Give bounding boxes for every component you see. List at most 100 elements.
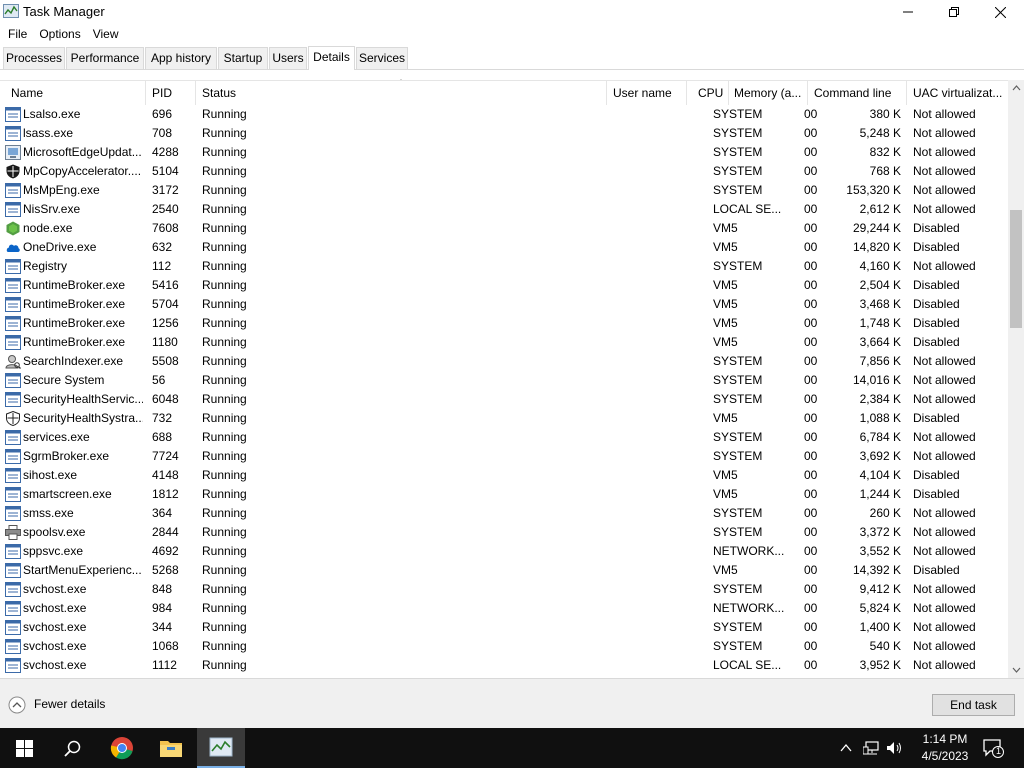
column-memory[interactable]: Memory (a... xyxy=(730,81,806,105)
menu-options[interactable]: Options xyxy=(33,26,86,42)
process-uac: Disabled xyxy=(913,468,960,482)
end-task-button[interactable]: End task xyxy=(932,694,1015,716)
start-button[interactable] xyxy=(0,728,48,768)
table-row[interactable]: StartMenuExperienc... 5268 Running VM5 00 14,… xyxy=(0,561,1008,580)
vertical-scrollbar[interactable] xyxy=(1008,80,1024,678)
process-status: Running xyxy=(202,145,247,159)
system-clock[interactable]: 1:14 PM 4/5/2023 xyxy=(915,731,975,765)
process-memory: 2,384 K xyxy=(859,392,901,406)
table-row[interactable]: sppsvc.exe 4692 Running NETWORK... 00 3,552 K… xyxy=(0,542,1008,561)
table-row[interactable]: MicrosoftEdgeUpdat... 4288 Running SYSTEM 00… xyxy=(0,143,1008,162)
table-row[interactable]: Secure System 56 Running SYSTEM 00 14,016 K No… xyxy=(0,371,1008,390)
process-user: SYSTEM xyxy=(713,430,763,444)
close-button[interactable] xyxy=(977,0,1023,24)
menu-file[interactable]: File xyxy=(2,26,33,42)
tray-volume[interactable] xyxy=(885,740,905,756)
table-row[interactable]: svchost.exe 1068 Running SYSTEM 00 540 K Not a… xyxy=(0,637,1008,656)
column-uac-virtualization[interactable]: UAC virtualizat... xyxy=(909,81,1008,105)
clock-time: 1:14 PM xyxy=(922,732,968,746)
table-row[interactable]: SgrmBroker.exe 7724 Running SYSTEM 00 3,692 K… xyxy=(0,447,1008,466)
table-row[interactable]: NisSrv.exe 2540 Running LOCAL SE... 00 2,612 … xyxy=(0,200,1008,219)
process-pid: 6048 xyxy=(152,392,179,406)
taskbar-chrome[interactable] xyxy=(98,728,146,768)
table-row[interactable]: RuntimeBroker.exe 5416 Running VM5 00 2,504 K… xyxy=(0,276,1008,295)
task-manager-icon xyxy=(3,4,19,18)
app-window-icon xyxy=(5,278,21,293)
table-row[interactable]: node.exe 7608 Running VM5 00 29,244 K Disabled xyxy=(0,219,1008,238)
process-name: sihost.exe xyxy=(23,468,78,482)
process-pid: 5104 xyxy=(152,164,179,178)
table-row[interactable]: svchost.exe 848 Running SYSTEM 00 9,412 K Not … xyxy=(0,580,1008,599)
tab-app-history[interactable]: App history xyxy=(145,47,217,69)
taskbar-search-button[interactable] xyxy=(48,728,96,768)
process-user: LOCAL SE... xyxy=(713,202,782,216)
scroll-down-button[interactable] xyxy=(1008,662,1024,678)
table-row[interactable]: Registry 112 Running SYSTEM 00 4,160 K Not all… xyxy=(0,257,1008,276)
table-row[interactable]: smss.exe 364 Running SYSTEM 00 260 K Not allow… xyxy=(0,504,1008,523)
column-name[interactable]: Name xyxy=(7,81,143,105)
tab-services[interactable]: Services xyxy=(356,47,408,69)
menu-view[interactable]: View xyxy=(87,26,125,42)
minimize-button[interactable] xyxy=(885,0,931,24)
restore-button[interactable] xyxy=(931,0,977,24)
process-status: Running xyxy=(202,335,247,349)
process-pid: 7724 xyxy=(152,449,179,463)
process-pid: 632 xyxy=(152,240,173,254)
table-row[interactable]: services.exe 688 Running SYSTEM 00 6,784 K Not… xyxy=(0,428,1008,447)
process-name: OneDrive.exe xyxy=(23,240,97,254)
process-memory: 3,552 K xyxy=(859,544,901,558)
table-row[interactable]: RuntimeBroker.exe 5704 Running VM5 00 3,468 K… xyxy=(0,295,1008,314)
app-window-icon xyxy=(5,601,21,616)
process-status: Running xyxy=(202,392,247,406)
process-memory: 9,412 K xyxy=(859,582,901,596)
column-user-name[interactable]: User name xyxy=(609,81,685,105)
table-row[interactable]: SecurityHealthServic... 6048 Running SYSTEM… xyxy=(0,390,1008,409)
taskbar-file-explorer[interactable] xyxy=(147,728,195,768)
process-name: svchost.exe xyxy=(23,658,87,672)
process-status: Running xyxy=(202,487,247,501)
process-pid: 56 xyxy=(152,373,166,387)
fewer-details-link[interactable]: Fewer details xyxy=(34,697,105,711)
column-cpu[interactable]: CPU xyxy=(694,81,728,105)
process-memory: 4,160 K xyxy=(859,259,901,273)
process-status: Running xyxy=(202,506,247,520)
table-row[interactable]: svchost.exe 984 Running NETWORK... 00 5,824 K… xyxy=(0,599,1008,618)
scroll-up-button[interactable] xyxy=(1008,80,1024,96)
collapse-up-icon[interactable] xyxy=(8,696,26,714)
table-row[interactable]: SearchIndexer.exe 5508 Running SYSTEM 00 7,85… xyxy=(0,352,1008,371)
table-row[interactable]: OneDrive.exe 632 Running VM5 00 14,820 K Disab… xyxy=(0,238,1008,257)
tab-users[interactable]: Users xyxy=(269,47,307,69)
process-user: VM5 xyxy=(713,335,738,349)
table-row[interactable]: lsass.exe 708 Running SYSTEM 00 5,248 K Not al… xyxy=(0,124,1008,143)
tab-processes[interactable]: Processes xyxy=(3,47,65,69)
table-row[interactable]: MpCopyAccelerator.... 5104 Running SYSTEM 00… xyxy=(0,162,1008,181)
table-row[interactable]: RuntimeBroker.exe 1180 Running VM5 00 3,664 K… xyxy=(0,333,1008,352)
taskbar-task-manager[interactable] xyxy=(197,728,245,768)
table-row[interactable]: Lsalso.exe 696 Running SYSTEM 00 380 K Not all… xyxy=(0,105,1008,124)
process-name: RuntimeBroker.exe xyxy=(23,278,126,292)
table-row[interactable]: smartscreen.exe 1812 Running VM5 00 1,244 K Di… xyxy=(0,485,1008,504)
table-row[interactable]: spoolsv.exe 2844 Running SYSTEM 00 3,372 K Not… xyxy=(0,523,1008,542)
process-name: svchost.exe xyxy=(23,582,87,596)
tab-startup[interactable]: Startup xyxy=(218,47,268,69)
app-window-icon xyxy=(5,107,21,122)
tab-details[interactable]: Details xyxy=(308,46,355,70)
table-row[interactable]: sihost.exe 4148 Running VM5 00 4,104 K Disable… xyxy=(0,466,1008,485)
process-user: SYSTEM xyxy=(713,164,763,178)
column-command-line[interactable]: Command line xyxy=(810,81,906,105)
tab-performance[interactable]: Performance xyxy=(66,47,144,69)
table-row[interactable]: svchost.exe 344 Running SYSTEM 00 1,400 K Not … xyxy=(0,618,1008,637)
table-row[interactable]: MsMpEng.exe 3172 Running SYSTEM 00 153,320 KN… xyxy=(0,181,1008,200)
action-center-button[interactable]: 1 xyxy=(982,738,1004,758)
column-pid[interactable]: PID xyxy=(148,81,194,105)
table-row[interactable]: svchost.exe 1112 Running LOCAL SE... 00 3,952… xyxy=(0,656,1008,675)
column-status[interactable]: Status xyxy=(198,81,604,105)
app-window-icon xyxy=(5,430,21,445)
table-row[interactable]: RuntimeBroker.exe 1256 Running VM5 00 1,748 K… xyxy=(0,314,1008,333)
scroll-thumb[interactable] xyxy=(1010,210,1022,328)
process-name: svchost.exe xyxy=(23,639,87,653)
table-row[interactable]: SecurityHealthSystra... 732 Running VM5 00 1,… xyxy=(0,409,1008,428)
tray-network[interactable] xyxy=(862,740,882,756)
process-name: MpCopyAccelerator.... xyxy=(23,164,142,178)
tray-overflow-button[interactable] xyxy=(838,740,854,756)
